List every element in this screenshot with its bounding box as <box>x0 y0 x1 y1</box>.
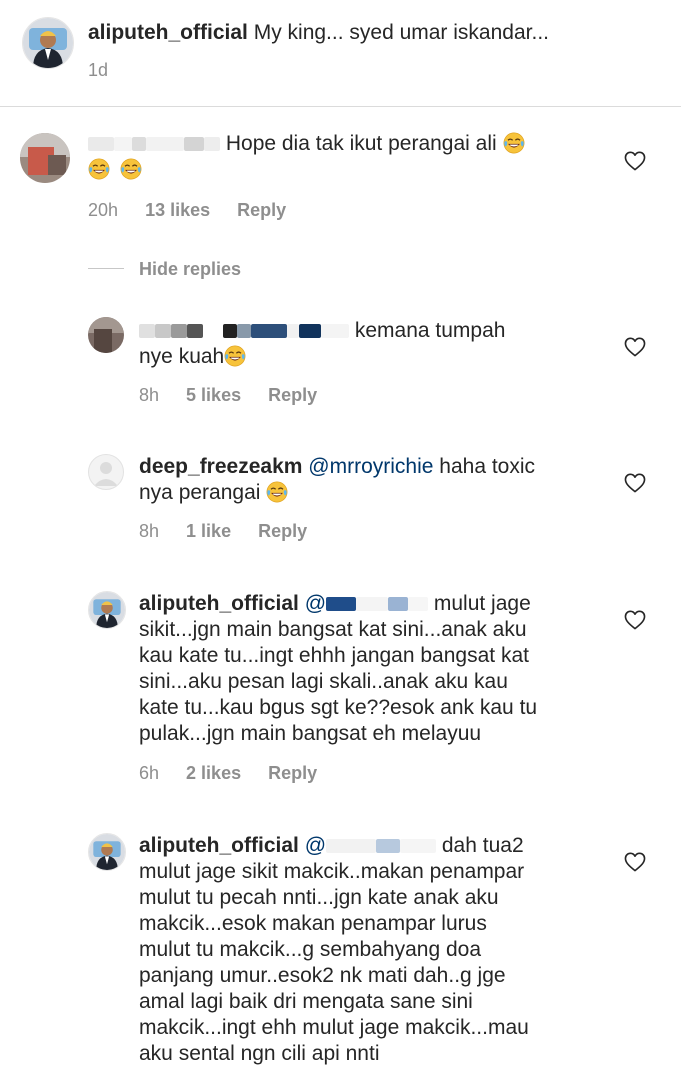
comment1-meta: 20h 13 likes Reply <box>88 199 308 221</box>
reply3-line-4: kate tu...kau bgus sgt ke??esok ank kau … <box>139 696 538 719</box>
reply4-line-3: makcik...esok makan penampar lurus <box>139 912 487 935</box>
reply3-mention-at: @ <box>304 592 327 615</box>
caption-avatar[interactable] <box>22 17 74 69</box>
reply1-text-block: kemana tumpah nye kuah <box>139 318 609 370</box>
hide-replies-button[interactable]: Hide replies <box>139 258 263 280</box>
face-with-tears-of-joy-emoji <box>120 158 142 180</box>
comment1-reply-button[interactable]: Reply <box>237 200 286 220</box>
reply4-mention[interactable]: @ <box>304 834 437 857</box>
reply2-username[interactable]: deep_freezeakm <box>139 455 302 478</box>
reply4-line-7: makcik...ingt ehh mulut jage makcik...ma… <box>139 1016 529 1039</box>
heart-outline-icon[interactable] <box>624 610 646 630</box>
reply2-meta: 8h 1 like Reply <box>139 520 329 542</box>
default-user-icon <box>94 462 118 486</box>
comment1-avatar[interactable] <box>20 133 70 183</box>
reply2-mention[interactable]: @mrroyrichie <box>308 455 433 478</box>
reply1-meta: 8h 5 likes Reply <box>139 384 339 406</box>
heart-outline-icon[interactable] <box>624 151 646 171</box>
reply3-line-5: pulak...jgn main bangsat eh melayuu <box>139 722 482 745</box>
reply3-meta: 6h 2 likes Reply <box>139 762 339 784</box>
reply4-line-2: mulut tu pecah nnti...jgn kate anak aku <box>139 886 499 909</box>
caption-meta: 1d <box>88 59 130 81</box>
user-photo-icon <box>89 592 125 628</box>
reply4-text-block: aliputeh_official @ dah tua2 mulut jage … <box>139 833 609 1067</box>
user-photo-icon <box>23 18 73 68</box>
reply4-line-5: panjang umur..esok2 nk mati dah..g jge <box>139 964 506 987</box>
reply1-likes[interactable]: 5 likes <box>186 385 241 405</box>
reply4-line-1: mulut jage sikit makcik..makan penampar <box>139 860 525 883</box>
caption-time: 1d <box>88 60 109 80</box>
comment1-text: Hope dia tak ikut perangai ali <box>225 132 497 155</box>
reply4-mention-at: @ <box>304 834 327 857</box>
reply3-reply-button[interactable]: Reply <box>268 763 317 783</box>
heart-outline-icon[interactable] <box>624 337 646 357</box>
reply1-text-b: nye kuah <box>139 345 225 368</box>
reply3-text-block: aliputeh_official @ mulut jage sikit...j… <box>139 591 609 747</box>
reply2-time: 8h <box>139 521 160 541</box>
heart-outline-icon[interactable] <box>624 852 646 872</box>
caption-divider <box>0 106 681 107</box>
reply2-text-block: deep_freezeakm @mrroyrichie haha toxic n… <box>139 454 609 506</box>
face-with-tears-of-joy-emoji <box>503 132 525 154</box>
comment1-text-block: Hope dia tak ikut perangai ali <box>88 131 588 183</box>
caption-username[interactable]: aliputeh_official <box>88 21 248 44</box>
reply2-likes[interactable]: 1 like <box>186 521 231 541</box>
caption-text-block: aliputeh_official My king... syed umar i… <box>88 20 658 46</box>
reply3-likes[interactable]: 2 likes <box>186 763 241 783</box>
user-photo-icon <box>89 834 125 870</box>
reply3-time: 6h <box>139 763 160 783</box>
reply3-avatar[interactable] <box>88 591 126 629</box>
reply1-time: 8h <box>139 385 160 405</box>
reply3-mention[interactable]: @ <box>304 592 429 615</box>
reply4-line-0: dah tua2 <box>441 834 524 857</box>
comment1-likes[interactable]: 13 likes <box>145 200 210 220</box>
reply4-line-4: mulut tu makcik...g sembahyang doa <box>139 938 482 961</box>
reply2-text-a: haha toxic <box>439 455 536 478</box>
reply2-text-b: nya perangai <box>139 481 261 504</box>
heart-outline-icon[interactable] <box>624 473 646 493</box>
reply3-username[interactable]: aliputeh_official <box>139 592 299 615</box>
reply4-avatar[interactable] <box>88 833 126 871</box>
reply3-line-1: sikit...jgn main bangsat kat sini...anak… <box>139 618 527 641</box>
reply1-text-a: kemana tumpah <box>354 319 506 342</box>
reply1-username-redacted[interactable] <box>139 319 355 342</box>
reply2-reply-button[interactable]: Reply <box>258 521 307 541</box>
hide-replies-label[interactable]: Hide replies <box>139 259 241 279</box>
reply2-avatar[interactable] <box>88 454 124 490</box>
reply3-line-2: kau kate tu...ingt ehhh jangan bangsat k… <box>139 644 529 667</box>
reply1-reply-button[interactable]: Reply <box>268 385 317 405</box>
caption-text: My king... syed umar iskandar... <box>253 21 549 44</box>
comment1-username-redacted[interactable] <box>88 132 226 155</box>
hide-replies-line <box>88 268 124 269</box>
face-with-tears-of-joy-emoji <box>224 345 246 367</box>
face-with-tears-of-joy-emoji <box>88 158 110 180</box>
reply3-line-3: sini...aku pesan lagi skali..anak aku ka… <box>139 670 508 693</box>
reply3-line-0: mulut jage <box>433 592 531 615</box>
reply4-line-8: aku sental ngn cili api nnti <box>139 1042 380 1065</box>
reply4-username[interactable]: aliputeh_official <box>139 834 299 857</box>
comment1-time: 20h <box>88 200 119 220</box>
reply4-line-6: amal lagi baik dri mengata sane sini <box>139 990 473 1013</box>
reply1-avatar[interactable] <box>88 317 124 353</box>
face-with-tears-of-joy-emoji <box>266 481 288 503</box>
